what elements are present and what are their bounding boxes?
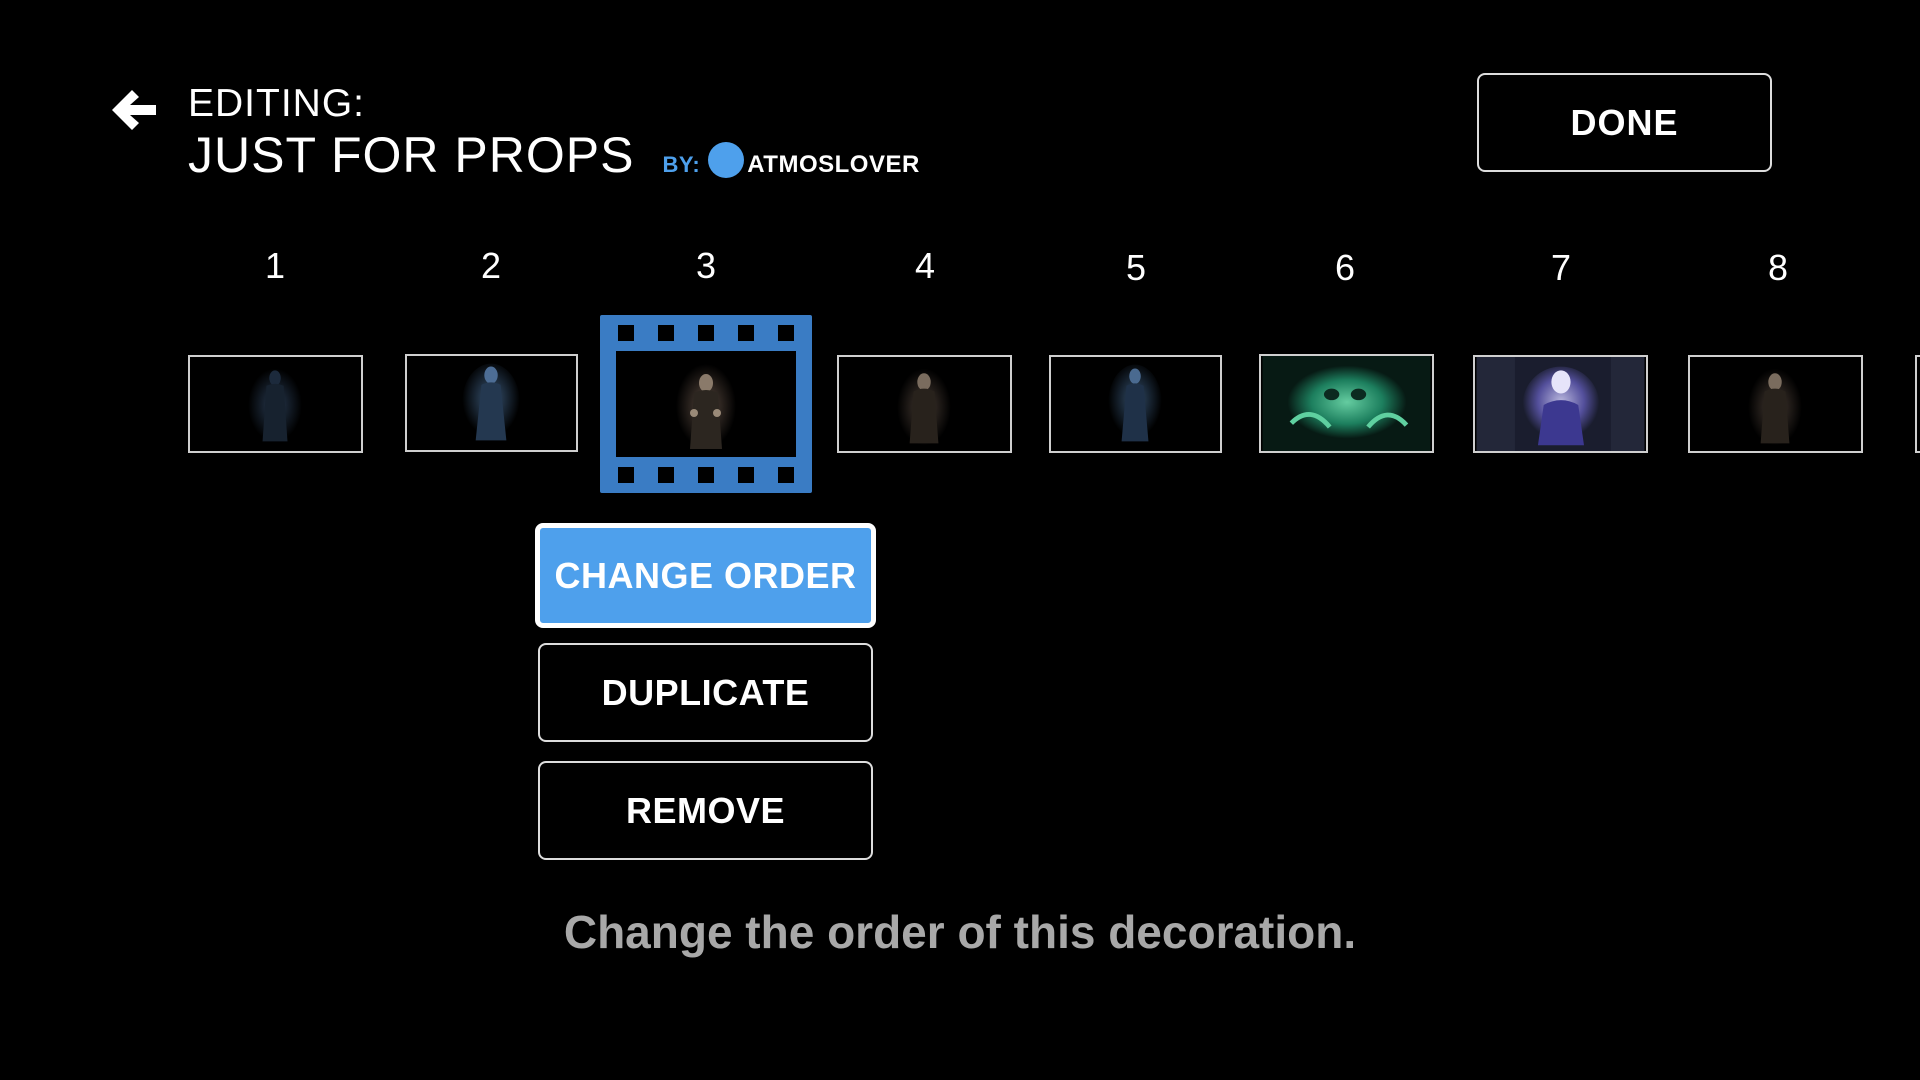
selected-thumbnail: [616, 351, 796, 457]
timeline-number: 4: [914, 245, 936, 286]
change-order-button[interactable]: CHANGE ORDER: [535, 523, 876, 628]
film-hole: [738, 325, 754, 341]
duplicate-button[interactable]: DUPLICATE: [538, 643, 873, 742]
back-button[interactable]: [108, 84, 160, 136]
decoration-thumbnail-6[interactable]: [1259, 354, 1434, 453]
decoration-thumbnail-next[interactable]: [1915, 355, 1920, 453]
witch-image: [1748, 368, 1802, 446]
hint-text: Change the order of this decoration.: [563, 906, 1357, 958]
timeline-number: 8: [1767, 247, 1789, 288]
timeline-number: 2: [480, 245, 502, 286]
by-label: BY:: [662, 152, 701, 177]
dark-figure-image: [248, 368, 302, 442]
selected-decoration-film-strip-icon[interactable]: [600, 315, 812, 493]
decoration-thumbnail-5[interactable]: [1049, 355, 1222, 453]
timeline-number: 6: [1334, 247, 1356, 288]
timeline-number: 7: [1550, 247, 1572, 288]
decoration-thumbnail-8[interactable]: [1688, 355, 1863, 453]
witch-image: [676, 364, 736, 449]
done-button[interactable]: DONE: [1477, 73, 1772, 172]
author-avatar: [708, 142, 745, 178]
timeline-number: 3: [695, 245, 717, 286]
decoration-thumbnail-7[interactable]: [1473, 355, 1648, 453]
timeline-numbers: 1 2 3 4 5 6 7 8: [0, 245, 1920, 295]
film-hole: [658, 325, 674, 341]
film-hole: [778, 467, 794, 483]
arrow-left-icon: [112, 90, 156, 130]
film-hole: [738, 467, 754, 483]
playlist-title: JUST FOR PROPS: [188, 127, 635, 183]
author-name[interactable]: ATMOSLOVER: [747, 151, 920, 179]
purple-ghost-image: [1476, 357, 1645, 451]
decoration-thumbnail-4[interactable]: [837, 355, 1012, 453]
remove-button[interactable]: REMOVE: [538, 761, 873, 860]
timeline-number: 5: [1125, 247, 1147, 288]
film-hole: [618, 325, 634, 341]
film-hole: [698, 325, 714, 341]
decoration-thumbnail-1[interactable]: [188, 355, 363, 453]
dark-figure-image: [1108, 364, 1162, 442]
green-ghost-image: [1262, 356, 1431, 451]
decoration-thumbnail-2[interactable]: [405, 354, 578, 452]
film-hole: [618, 467, 634, 483]
timeline-number: 1: [264, 245, 286, 286]
film-hole: [698, 467, 714, 483]
editing-label: EDITING:: [188, 82, 366, 125]
title-row: JUST FOR PROPS BY: ATMOSLOVER: [188, 126, 920, 184]
dark-figure-image: [462, 363, 520, 441]
film-hole: [778, 325, 794, 341]
film-hole: [658, 467, 674, 483]
witch-image: [897, 368, 951, 446]
